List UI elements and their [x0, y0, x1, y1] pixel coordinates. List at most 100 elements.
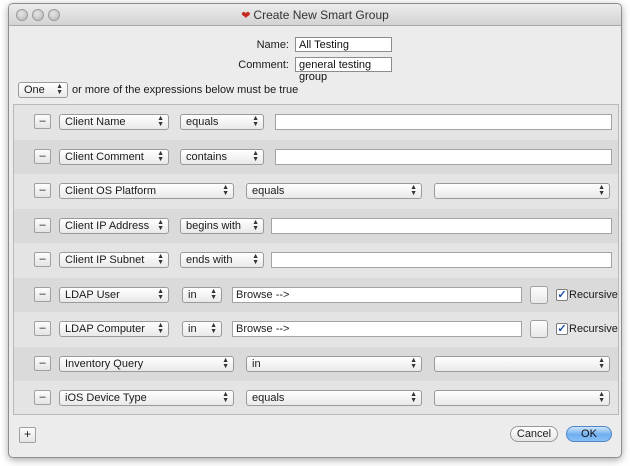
recursive-checkbox[interactable]: ✓ — [556, 288, 568, 301]
name-row: Name: All Testing — [9, 36, 621, 54]
rule-value-select[interactable]: ▲ ▼ — [434, 183, 610, 199]
remove-rule-button[interactable]: – — [34, 114, 51, 129]
rule-field-select-value: Client OS Platform — [65, 185, 157, 197]
match-description: or more of the expressions below must be… — [72, 84, 299, 96]
chevron-updown-icon: ▲ ▼ — [157, 322, 164, 335]
rule-field-select-value: LDAP User — [65, 288, 120, 301]
chevron-updown-icon: ▲ ▼ — [222, 356, 229, 370]
chevron-updown-icon: ▲ ▼ — [210, 287, 217, 301]
rule-operator-select-value: begins with — [186, 219, 242, 232]
chevron-updown-icon: ▲ ▼ — [252, 218, 259, 232]
rule-field-select[interactable]: Client OS Platform ▲ ▼ — [59, 183, 234, 199]
rule-operator-select[interactable]: equals ▲ ▼ — [246, 390, 422, 406]
rule-field-select-value: Client IP Subnet — [65, 254, 145, 266]
rule-field-select-value: LDAP Computer — [65, 323, 145, 335]
remove-rule-button[interactable]: – — [34, 148, 51, 164]
rule-text-value[interactable] — [275, 114, 612, 130]
rule-row: – Client IP Address ▲ ▼ begins with ▲ ▼ — [14, 208, 618, 243]
comment-field[interactable]: general testing group — [295, 57, 392, 83]
rule-field-select[interactable]: iOS Device Type ▲ ▼ — [59, 390, 234, 406]
rule-field-select[interactable]: Client IP Subnet ▲ ▼ — [59, 252, 169, 268]
recursive-label: Recursive — [569, 323, 618, 335]
comment-row: Comment: general testing group — [9, 56, 621, 83]
chevron-updown-icon: ▲ ▼ — [157, 115, 164, 128]
chevron-updown-icon: ▲ ▼ — [252, 253, 259, 266]
rule-field-select-value: Client Comment — [65, 150, 144, 163]
rules-list: – Client Name ▲ ▼ equals ▲ ▼ – Client Comment ▲ ▼ c… — [13, 104, 619, 415]
window-title: Create New Smart Group — [253, 8, 389, 22]
chevron-updown-icon: ▲ ▼ — [410, 391, 417, 404]
rule-value-select[interactable]: ▲ ▼ — [434, 390, 610, 406]
remove-rule-button[interactable]: – — [34, 217, 51, 233]
chevron-updown-icon: ▲ ▼ — [222, 391, 229, 404]
rule-field-select[interactable]: Inventory Query ▲ ▼ — [59, 355, 234, 372]
chevron-updown-icon: ▲ ▼ — [598, 391, 605, 404]
chevron-updown-icon: ▲ ▼ — [157, 253, 164, 266]
chevron-updown-icon: ▲ ▼ — [157, 149, 164, 163]
rule-field-select-value: Inventory Query — [65, 357, 144, 370]
recursive-label: Recursive — [569, 288, 618, 301]
chevron-updown-icon: ▲ ▼ — [252, 149, 259, 163]
rule-row: – LDAP Computer ▲ ▼ in ▲ ▼ Browse --> ✓ Recursive — [14, 312, 618, 347]
rule-text-value[interactable] — [271, 217, 612, 234]
rule-field-select-value: iOS Device Type — [65, 392, 147, 404]
remove-rule-button[interactable]: – — [34, 252, 51, 267]
rule-operator-select[interactable]: begins with ▲ ▼ — [180, 217, 264, 234]
chevron-updown-icon: ▲ ▼ — [222, 184, 229, 197]
browse-button[interactable] — [530, 320, 548, 338]
cancel-button[interactable]: Cancel — [510, 426, 558, 442]
rule-operator-select-value: equals — [252, 392, 285, 404]
chevron-updown-icon: ▲ ▼ — [252, 115, 259, 128]
rule-operator-select-value: equals — [252, 185, 285, 197]
ok-button[interactable]: OK — [566, 426, 612, 442]
rule-field-select[interactable]: LDAP Computer ▲ ▼ — [59, 321, 169, 337]
rule-operator-select[interactable]: contains ▲ ▼ — [180, 148, 264, 165]
rule-value-select[interactable]: ▲ ▼ — [434, 355, 610, 372]
rule-operator-select[interactable]: ends with ▲ ▼ — [180, 252, 264, 268]
rule-operator-select-value: in — [252, 357, 261, 370]
rule-row: – iOS Device Type ▲ ▼ equals ▲ ▼ ▲ ▼ — [14, 381, 618, 416]
rule-field-select-value: Client IP Address — [65, 219, 150, 232]
rule-operator-select-value: in — [188, 323, 197, 335]
rule-field-select[interactable]: Client IP Address ▲ ▼ — [59, 217, 169, 234]
rule-operator-select[interactable]: in ▲ ▼ — [182, 286, 222, 303]
remove-rule-button[interactable]: – — [34, 286, 51, 302]
chevron-updown-icon: ▲ ▼ — [598, 184, 605, 197]
recursive-checkbox[interactable]: ✓ — [556, 323, 568, 335]
remove-rule-button[interactable]: – — [34, 390, 51, 405]
rule-operator-select[interactable]: equals ▲ ▼ — [180, 114, 264, 130]
rule-browse-value[interactable]: Browse --> — [232, 321, 522, 337]
rule-operator-select-value: in — [188, 288, 197, 301]
name-label: Name: — [256, 39, 289, 51]
title-bar: ❤ Create New Smart Group — [9, 4, 621, 26]
rule-field-select[interactable]: Client Name ▲ ▼ — [59, 114, 169, 130]
rule-operator-select[interactable]: in ▲ ▼ — [246, 355, 422, 372]
match-count-value: One — [24, 84, 45, 96]
rule-operator-select-value: contains — [186, 150, 227, 163]
match-count-select[interactable]: One ▲ ▼ — [18, 82, 68, 98]
remove-rule-button[interactable]: – — [34, 321, 51, 336]
rule-row: – Inventory Query ▲ ▼ in ▲ ▼ ▲ ▼ — [14, 346, 618, 381]
rule-field-select-value: Client Name — [65, 116, 126, 128]
rule-row: – Client IP Subnet ▲ ▼ ends with ▲ ▼ — [14, 243, 618, 278]
rule-browse-value[interactable]: Browse --> — [232, 286, 522, 303]
window-title-container: ❤ Create New Smart Group — [9, 8, 621, 22]
remove-rule-button[interactable]: – — [34, 183, 51, 198]
add-rule-button[interactable]: + — [19, 427, 36, 443]
smart-group-dialog: ❤ Create New Smart Group Name: All Testin… — [8, 3, 622, 458]
rule-field-select[interactable]: LDAP User ▲ ▼ — [59, 286, 169, 303]
chevron-updown-icon: ▲ ▼ — [598, 356, 605, 370]
name-field[interactable]: All Testing — [295, 37, 392, 52]
chevron-updown-icon: ▲ ▼ — [56, 83, 63, 96]
rule-row: – Client Name ▲ ▼ equals ▲ ▼ — [14, 105, 618, 140]
remove-rule-button[interactable]: – — [34, 355, 51, 371]
rule-field-select[interactable]: Client Comment ▲ ▼ — [59, 148, 169, 165]
rule-operator-select-value: ends with — [186, 254, 233, 266]
browse-button[interactable] — [530, 285, 548, 304]
chevron-updown-icon: ▲ ▼ — [210, 322, 217, 335]
rule-text-value[interactable] — [271, 252, 612, 268]
app-diamond-icon: ❤ — [241, 10, 251, 22]
rule-operator-select[interactable]: equals ▲ ▼ — [246, 183, 422, 199]
rule-operator-select[interactable]: in ▲ ▼ — [182, 321, 222, 337]
rule-text-value[interactable] — [275, 148, 612, 165]
